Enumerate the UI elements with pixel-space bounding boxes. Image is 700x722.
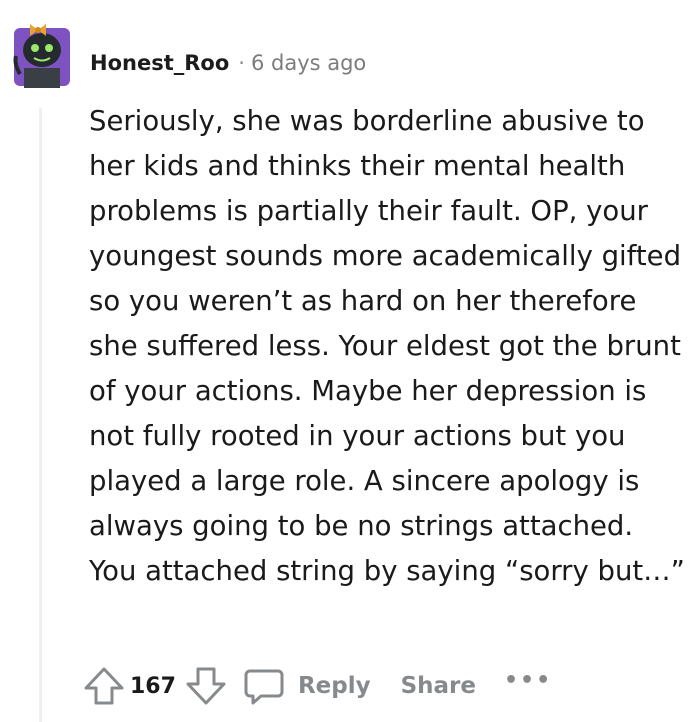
- meta-separator: ·: [238, 51, 245, 75]
- share-button[interactable]: Share: [401, 673, 476, 699]
- timestamp[interactable]: 6 days ago: [251, 51, 366, 75]
- user-avatar[interactable]: [10, 12, 72, 88]
- comment-body: Seriously, she was borderline abusive to…: [89, 99, 689, 594]
- vote-count: 167: [130, 673, 176, 699]
- reply-label[interactable]: Reply: [298, 673, 371, 699]
- downvote-arrow-icon: [186, 667, 226, 705]
- upvote-button[interactable]: [82, 664, 126, 708]
- reply-button[interactable]: Reply: [242, 664, 371, 708]
- comment-text: Seriously, she was borderline abusive to…: [89, 105, 685, 587]
- username-link[interactable]: Honest_Roo: [90, 51, 229, 75]
- snoo-avatar-icon: [13, 24, 70, 88]
- comment-meta: Honest_Roo · 6 days ago: [90, 47, 366, 79]
- more-options-button[interactable]: •••: [504, 668, 552, 693]
- downvote-button[interactable]: [184, 664, 228, 708]
- speech-bubble-icon: [244, 669, 284, 705]
- upvote-arrow-icon: [84, 667, 124, 705]
- thread-line[interactable]: [39, 108, 42, 722]
- comment-action-bar: 167 Reply Share •••: [82, 658, 552, 714]
